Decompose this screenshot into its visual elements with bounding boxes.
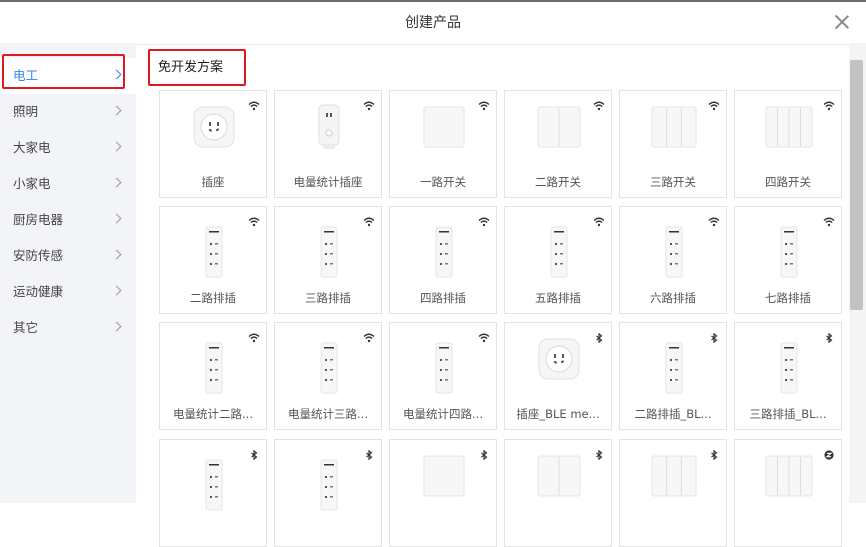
product-card[interactable]: 插座_BLE me... bbox=[504, 322, 612, 430]
product-name: 二路排插 bbox=[190, 291, 236, 305]
product-name: 二路开关 bbox=[535, 175, 581, 189]
chevron-right-icon bbox=[111, 177, 122, 188]
product-name: 三路排插 bbox=[305, 291, 351, 305]
product-card[interactable]: 三路排插 bbox=[274, 206, 382, 314]
wifi-icon bbox=[248, 328, 260, 343]
highlight-box-section bbox=[148, 49, 246, 86]
product-card[interactable]: 二路开关 bbox=[504, 90, 612, 198]
product-card[interactable]: 四路排插 bbox=[389, 206, 497, 314]
sidebar-item-label: 其它 bbox=[13, 320, 39, 335]
product-name: 六路排插 bbox=[650, 291, 696, 305]
chevron-right-icon bbox=[111, 105, 122, 116]
bluetooth-icon bbox=[823, 328, 835, 344]
wifi-icon bbox=[593, 212, 605, 227]
product-name: 三路开关 bbox=[650, 175, 696, 189]
bluetooth-icon bbox=[363, 445, 375, 461]
highlight-box-category bbox=[2, 54, 125, 89]
wifi-icon bbox=[823, 212, 835, 227]
product-name: 电量统计插座 bbox=[293, 175, 363, 189]
product-name: 四路排插 bbox=[420, 291, 466, 305]
product-name: 七路排插 bbox=[765, 291, 811, 305]
sidebar-item-7[interactable]: 其它 bbox=[0, 310, 136, 346]
chevron-right-icon bbox=[111, 249, 122, 260]
sidebar-item-label: 安防传感 bbox=[13, 248, 64, 263]
product-card[interactable] bbox=[389, 439, 497, 547]
bluetooth-icon bbox=[478, 445, 490, 461]
wifi-icon bbox=[363, 212, 375, 227]
product-card[interactable]: 电量统计三路... bbox=[274, 322, 382, 430]
chevron-right-icon bbox=[111, 285, 122, 296]
product-card[interactable]: 六路排插 bbox=[619, 206, 727, 314]
product-name: 电量统计二路... bbox=[173, 407, 253, 421]
wifi-icon bbox=[248, 96, 260, 111]
wifi-icon bbox=[593, 96, 605, 111]
product-card[interactable]: 二路排插 bbox=[159, 206, 267, 314]
wifi-icon bbox=[363, 96, 375, 111]
product-card[interactable]: 电量统计插座 bbox=[274, 90, 382, 198]
product-name: 三路排插_BL... bbox=[749, 407, 827, 421]
sidebar-item-4[interactable]: 厨房电器 bbox=[0, 202, 136, 238]
product-card[interactable]: 四路开关 bbox=[734, 90, 842, 198]
product-card[interactable]: 插座 bbox=[159, 90, 267, 198]
product-card[interactable]: 三路排插_BL... bbox=[734, 322, 842, 430]
product-card[interactable]: 三路开关 bbox=[619, 90, 727, 198]
bluetooth-icon bbox=[593, 445, 605, 461]
bluetooth-icon bbox=[708, 328, 720, 344]
chevron-right-icon bbox=[111, 321, 122, 332]
sidebar-item-3[interactable]: 小家电 bbox=[0, 166, 136, 202]
sidebar-item-label: 厨房电器 bbox=[13, 212, 64, 227]
wifi-icon bbox=[708, 96, 720, 111]
product-card[interactable]: 一路开关 bbox=[389, 90, 497, 198]
scrollbar-thumb[interactable] bbox=[850, 60, 863, 310]
product-name: 一路开关 bbox=[420, 175, 466, 189]
sidebar-item-label: 小家电 bbox=[13, 176, 51, 191]
product-card[interactable]: 七路排插 bbox=[734, 206, 842, 314]
bluetooth-icon bbox=[248, 445, 260, 461]
product-name: 电量统计三路... bbox=[288, 407, 368, 421]
product-card[interactable] bbox=[504, 439, 612, 547]
sidebar-item-1[interactable]: 照明 bbox=[0, 94, 136, 130]
product-card[interactable]: 二路排插_BL... bbox=[619, 322, 727, 430]
sidebar-item-label: 运动健康 bbox=[13, 284, 64, 299]
product-card[interactable] bbox=[274, 439, 382, 547]
chevron-right-icon bbox=[111, 213, 122, 224]
product-card[interactable] bbox=[619, 439, 727, 547]
close-icon[interactable] bbox=[834, 14, 850, 30]
wifi-icon bbox=[478, 96, 490, 111]
dialog-header: 创建产品 bbox=[0, 2, 866, 45]
product-card[interactable] bbox=[159, 439, 267, 547]
zigbee-icon bbox=[823, 445, 835, 460]
bluetooth-icon bbox=[708, 445, 720, 461]
wifi-icon bbox=[478, 212, 490, 227]
product-card[interactable] bbox=[734, 439, 842, 547]
category-sidebar: 电工 照明 大家电 小家电 厨房电器 安防传感 运动健康 其它 bbox=[0, 43, 136, 503]
product-card[interactable]: 电量统计四路... bbox=[389, 322, 497, 430]
wifi-icon bbox=[363, 328, 375, 343]
wifi-icon bbox=[248, 212, 260, 227]
product-card[interactable]: 五路排插 bbox=[504, 206, 612, 314]
wifi-icon bbox=[478, 328, 490, 343]
sidebar-item-6[interactable]: 运动健康 bbox=[0, 274, 136, 310]
sidebar-item-5[interactable]: 安防传感 bbox=[0, 238, 136, 274]
product-card[interactable]: 电量统计二路... bbox=[159, 322, 267, 430]
wifi-icon bbox=[708, 212, 720, 227]
sidebar-item-label: 照明 bbox=[13, 104, 39, 119]
sidebar-item-label: 大家电 bbox=[13, 140, 51, 155]
product-name: 四路开关 bbox=[765, 175, 811, 189]
product-name: 二路排插_BL... bbox=[634, 407, 712, 421]
sidebar-item-2[interactable]: 大家电 bbox=[0, 130, 136, 166]
product-name: 电量统计四路... bbox=[403, 407, 483, 421]
dialog-title: 创建产品 bbox=[405, 15, 461, 31]
chevron-right-icon bbox=[111, 141, 122, 152]
wifi-icon bbox=[823, 96, 835, 111]
bluetooth-icon bbox=[593, 328, 605, 344]
product-name: 插座_BLE me... bbox=[516, 407, 600, 421]
product-name: 五路排插 bbox=[535, 291, 581, 305]
product-name: 插座 bbox=[201, 175, 225, 189]
